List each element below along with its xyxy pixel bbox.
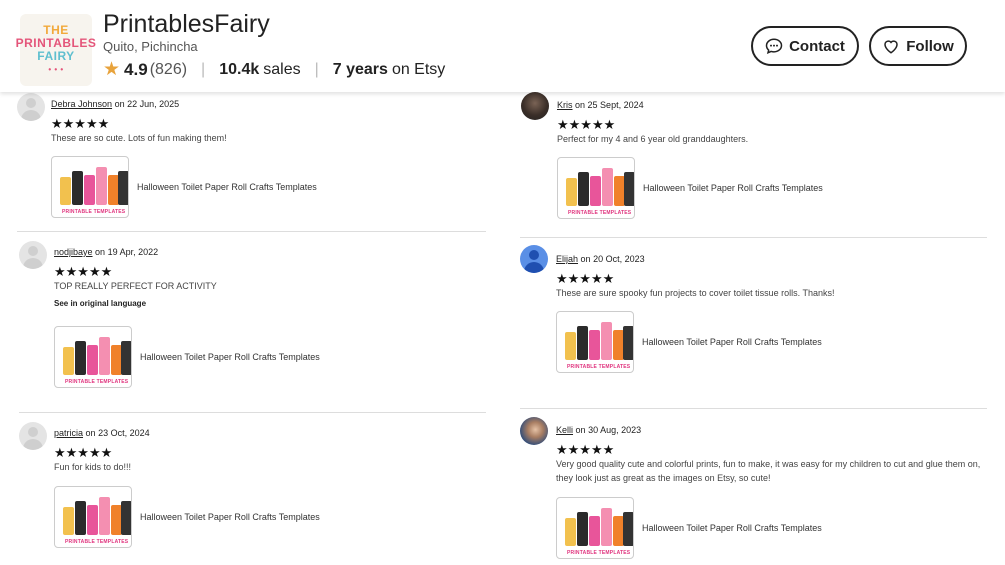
see-original-language-link[interactable]: See in original language: [54, 299, 146, 308]
product-thumbnail: PRINTABLE TEMPLATES: [556, 311, 634, 373]
product-link[interactable]: PRINTABLE TEMPLATES Halloween Toilet Pap…: [556, 497, 822, 559]
product-link[interactable]: PRINTABLE TEMPLATES Halloween Toilet Pap…: [557, 157, 823, 219]
follow-label: Follow: [906, 37, 954, 55]
follow-button[interactable]: Follow: [869, 26, 967, 66]
review-divider: [17, 231, 486, 232]
meta-on: on: [114, 99, 125, 109]
star-icon: ★: [103, 59, 121, 80]
divider: |: [201, 60, 206, 78]
logo-line-3: FAIRY: [37, 49, 75, 63]
review-meta: patricia on 23 Oct, 2024: [54, 428, 150, 438]
shop-header: THE PRINTABLES FAIRY • • • PrintablesFai…: [0, 0, 1005, 92]
contact-button[interactable]: Contact: [751, 26, 859, 66]
product-title: Halloween Toilet Paper Roll Crafts Templ…: [642, 337, 822, 347]
review-count[interactable]: (826): [150, 61, 187, 79]
review-meta: Kelli on 30 Aug, 2023: [556, 425, 641, 435]
review-meta: Debra Johnson on 22 Jun, 2025: [51, 99, 179, 109]
shop-logo[interactable]: THE PRINTABLES FAIRY • • •: [16, 14, 96, 86]
product-thumbnail: PRINTABLE TEMPLATES: [557, 157, 635, 219]
review-stars: ★★★★★: [556, 271, 615, 286]
review-date: 22 Jun, 2025: [127, 99, 180, 109]
thumb-caption: PRINTABLE TEMPLATES: [568, 210, 632, 216]
product-thumbnail: PRINTABLE TEMPLATES: [54, 326, 132, 388]
avatar[interactable]: [17, 93, 45, 121]
product-thumbnail: PRINTABLE TEMPLATES: [556, 497, 634, 559]
product-title: Halloween Toilet Paper Roll Crafts Templ…: [140, 512, 320, 522]
avatar[interactable]: [19, 422, 47, 450]
sales-label: sales: [263, 60, 301, 78]
shop-stats: ★ 4.9 (826) | 10.4k sales | 7 years on E…: [103, 58, 445, 81]
contact-label: Contact: [789, 37, 845, 55]
meta-on: on: [85, 428, 96, 438]
review-date: 19 Apr, 2022: [107, 247, 159, 257]
thumb-caption: PRINTABLE TEMPLATES: [65, 539, 129, 545]
review-text: TOP REALLY PERFECT FOR ACTIVITY: [54, 281, 217, 291]
reviewer-name[interactable]: Debra Johnson: [51, 99, 112, 109]
avatar[interactable]: [521, 92, 549, 120]
review-divider: [520, 237, 987, 238]
review-stars: ★★★★★: [556, 442, 615, 457]
reviewer-name[interactable]: Kelli: [556, 425, 573, 435]
review-meta: Elijah on 20 Oct, 2023: [556, 254, 645, 264]
review-text: Fun for kids to do!!!: [54, 462, 132, 472]
meta-on: on: [95, 247, 106, 257]
product-link[interactable]: PRINTABLE TEMPLATES Halloween Toilet Pap…: [54, 486, 320, 548]
reviewer-name[interactable]: Elijah: [556, 254, 578, 264]
product-thumbnail: PRINTABLE TEMPLATES: [54, 486, 132, 548]
product-title: Halloween Toilet Paper Roll Crafts Templ…: [137, 182, 317, 192]
review-stars: ★★★★★: [54, 445, 113, 460]
review-divider: [19, 412, 486, 413]
logo-decoration: • • •: [48, 65, 64, 74]
divider: |: [314, 60, 319, 78]
review-divider: [520, 408, 987, 409]
product-link[interactable]: PRINTABLE TEMPLATES Halloween Toilet Pap…: [51, 156, 317, 218]
product-title: Halloween Toilet Paper Roll Crafts Templ…: [642, 523, 822, 533]
review-meta: Kris on 25 Sept, 2024: [557, 100, 644, 110]
thumb-caption: PRINTABLE TEMPLATES: [567, 364, 631, 370]
shop-name[interactable]: PrintablesFairy: [103, 10, 270, 39]
meta-on: on: [575, 425, 586, 435]
avatar[interactable]: [19, 241, 47, 269]
product-thumbnail: PRINTABLE TEMPLATES: [51, 156, 129, 218]
heart-icon: [884, 40, 899, 54]
sales-value: 10.4k: [219, 60, 260, 78]
review-meta: nodjibaye on 19 Apr, 2022: [54, 247, 158, 257]
years-label: on Etsy: [391, 60, 446, 78]
reviewer-name[interactable]: nodjibaye: [54, 247, 93, 257]
avatar[interactable]: [520, 245, 548, 273]
thumb-caption: PRINTABLE TEMPLATES: [567, 550, 631, 556]
meta-on: on: [575, 100, 586, 110]
review-text: Perfect for my 4 and 6 year old granddau…: [557, 134, 749, 144]
review-text: These are so cute. Lots of fun making th…: [51, 133, 227, 143]
years-value: 7 years: [332, 60, 388, 78]
review-date: 25 Sept, 2024: [587, 100, 644, 110]
review-date: 30 Aug, 2023: [588, 425, 642, 435]
product-title: Halloween Toilet Paper Roll Crafts Templ…: [140, 352, 320, 362]
review-date: 23 Oct, 2024: [98, 428, 150, 438]
chat-bubble-icon: [765, 38, 783, 55]
review-stars: ★★★★★: [51, 116, 110, 131]
review-date: 20 Oct, 2023: [593, 254, 645, 264]
shop-rating: 4.9: [124, 59, 148, 79]
product-link[interactable]: PRINTABLE TEMPLATES Halloween Toilet Pap…: [556, 311, 822, 373]
reviewer-name[interactable]: Kris: [557, 100, 573, 110]
review-text: Very good quality cute and colorful prin…: [556, 459, 981, 483]
review-stars: ★★★★★: [54, 264, 113, 279]
review-stars: ★★★★★: [557, 117, 616, 132]
reviewer-name[interactable]: patricia: [54, 428, 83, 438]
product-link[interactable]: PRINTABLE TEMPLATES Halloween Toilet Pap…: [54, 326, 320, 388]
review-text: These are sure spooky fun projects to co…: [556, 288, 835, 298]
thumb-caption: PRINTABLE TEMPLATES: [65, 379, 129, 385]
meta-on: on: [580, 254, 591, 264]
product-title: Halloween Toilet Paper Roll Crafts Templ…: [643, 183, 823, 193]
shop-location: Quito, Pichincha: [103, 39, 198, 54]
thumb-caption: PRINTABLE TEMPLATES: [62, 209, 126, 215]
avatar[interactable]: [520, 417, 548, 445]
